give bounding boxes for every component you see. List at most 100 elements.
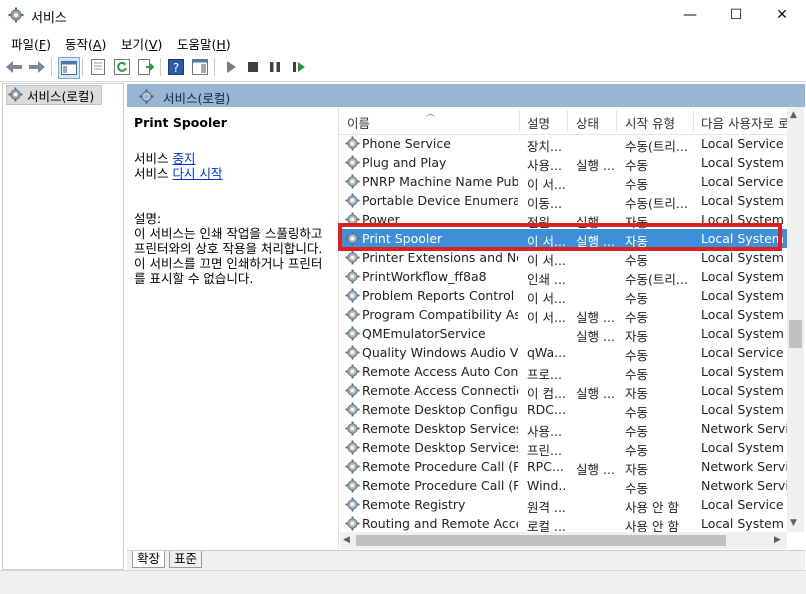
service-description-cell: Wind... (527, 478, 567, 493)
service-description-cell: qWa... (527, 345, 567, 360)
stop-service-icon[interactable] (243, 57, 263, 77)
horizontal-scroll-thumb[interactable] (356, 535, 726, 546)
tree-item-label: 서비스(로컬) (27, 89, 95, 104)
service-logon-cell: Local Service (701, 497, 784, 512)
service-name-cell: Remote Desktop Services (362, 421, 518, 436)
service-row[interactable]: Remote Registry 원격 ... 사용 안 함 Local Service (340, 495, 787, 515)
start-service-icon[interactable] (221, 57, 241, 77)
service-gear-icon (345, 269, 360, 284)
close-button[interactable]: ✕ (759, 0, 805, 30)
menu-help[interactable]: 도움말(H) (177, 34, 231, 53)
vertical-scroll-thumb[interactable] (789, 320, 802, 348)
service-name-cell: Quality Windows Audio Vi... (362, 345, 518, 360)
column-separator[interactable] (616, 110, 617, 132)
service-gear-icon (345, 174, 360, 189)
export-list-icon[interactable] (136, 57, 156, 77)
service-name-cell: Remote Access Auto Conn... (362, 364, 518, 379)
menu-action[interactable]: 동작(A) (65, 34, 106, 53)
selected-service-name: Print Spooler (134, 115, 227, 130)
service-name-cell: PrintWorkflow_ff8a8 (362, 269, 487, 284)
column-header-startup-type[interactable]: 시작 유형 (625, 113, 675, 132)
service-row[interactable]: Portable Device Enumerato...이동...수동(트리..… (340, 191, 787, 211)
toolbar-separator (160, 58, 161, 76)
menu-view[interactable]: 보기(V) (121, 34, 162, 53)
column-header-name[interactable]: 이름 (347, 113, 370, 132)
properties-icon[interactable] (88, 57, 108, 77)
back-arrow-icon[interactable] (4, 57, 24, 77)
service-row[interactable]: Remote Procedure Call (RP...Wind...수동Net… (340, 476, 787, 496)
service-name-cell: Remote Desktop Configura... (362, 402, 518, 417)
maximize-button[interactable]: ☐ (713, 0, 759, 30)
scroll-up-arrow-icon[interactable]: ▲ (790, 110, 797, 120)
service-row[interactable]: PrintWorkflow_ff8a8 인쇄 ... 수동(트리... Local S… (340, 267, 787, 287)
service-name-cell: Routing and Remote Access (362, 516, 518, 531)
service-row[interactable]: Remote Desktop Services 사용... 수동 Network Se… (340, 419, 787, 439)
service-gear-icon (345, 193, 360, 208)
service-row[interactable]: Remote Access Connection...이 컴...실행 ...자… (340, 381, 787, 401)
column-header-status[interactable]: 상태 (576, 113, 599, 132)
forward-arrow-icon[interactable] (27, 57, 47, 77)
service-name-cell: Remote Registry (362, 497, 466, 512)
scroll-down-arrow-icon[interactable]: ▼ (790, 518, 797, 528)
minimize-button[interactable]: — (667, 0, 713, 30)
service-gear-icon (345, 136, 360, 151)
toolbar-separator (82, 58, 83, 76)
description-text: 를 표시할 수 없습니다. (134, 271, 254, 286)
show-hide-pane-icon[interactable] (190, 57, 210, 77)
service-row[interactable]: Remote Procedure Call (RP...RPC...실행 ...… (340, 457, 787, 477)
service-row[interactable]: Routing and Remote Access로컬 ...사용 안 함Loc… (340, 514, 787, 534)
service-name-cell: Plug and Play (362, 155, 447, 170)
service-name-cell: Phone Service (362, 136, 451, 151)
service-row[interactable]: Remote Desktop Services ...프린...수동Local … (340, 438, 787, 458)
column-separator[interactable] (567, 110, 568, 132)
service-logon-cell: Local System (701, 383, 784, 398)
toolbar-separator (51, 58, 52, 76)
service-name-cell: Program Compatibility Assi... (362, 307, 518, 322)
column-separator[interactable] (519, 110, 520, 132)
tab-extended[interactable]: 확장 (132, 551, 166, 568)
restart-service-icon[interactable] (289, 57, 309, 77)
service-gear-icon (345, 421, 360, 436)
service-row[interactable]: QMEmulatorService 실행 ... 자동 Local System (340, 324, 787, 344)
service-logon-cell: Local System (701, 193, 784, 208)
column-header-description[interactable]: 설명 (527, 113, 550, 132)
service-name-cell: Problem Reports Control P... (362, 288, 518, 303)
restart-service-link[interactable]: 다시 시작 (172, 166, 222, 181)
service-logon-cell: Local System (701, 288, 784, 303)
service-gear-icon (345, 497, 360, 512)
column-header-log-on-as[interactable]: 다음 사용자로 로 (701, 113, 787, 132)
service-row[interactable]: PNRP Machine Name Publi...이 서...수동Local … (340, 172, 787, 192)
service-logon-cell: Local System (701, 364, 784, 379)
service-gear-icon (345, 250, 360, 265)
service-row[interactable]: Program Compatibility Assi...이 서...실행 ..… (340, 305, 787, 325)
service-logon-cell: Network Service (701, 459, 787, 474)
refresh-icon[interactable] (112, 57, 132, 77)
service-logon-cell: Local System (701, 155, 784, 170)
console-tree (2, 83, 124, 570)
service-gear-icon (345, 364, 360, 379)
column-separator[interactable] (693, 110, 694, 132)
service-row[interactable]: Plug and Play 사용... 실행 ... 수동 Local System (340, 153, 787, 173)
service-row[interactable]: Remote Access Auto Conn...프로...수동Local S… (340, 362, 787, 382)
service-row[interactable]: Phone Service 장치... 수동(트리... Local Service (340, 134, 787, 154)
service-row[interactable]: Problem Reports Control P...이 서...수동Loca… (340, 286, 787, 306)
service-name-cell: Remote Procedure Call (RP... (362, 478, 518, 493)
tab-standard[interactable]: 표준 (169, 551, 203, 568)
pause-service-icon[interactable] (265, 57, 285, 77)
service-gear-icon (345, 516, 360, 531)
service-row[interactable]: Remote Desktop Configura...RDC...수동Local… (340, 400, 787, 420)
scroll-right-arrow-icon[interactable]: ▶ (774, 535, 781, 545)
service-gear-icon (345, 307, 360, 322)
service-logon-cell: Local Service (701, 136, 784, 151)
service-logon-cell: Local Service (701, 345, 784, 360)
service-row[interactable]: Quality Windows Audio Vi... qWa... 수동 Local… (340, 343, 787, 363)
service-logon-cell: Local System (701, 307, 784, 322)
red-highlight-box (338, 223, 782, 251)
console-tree-icon[interactable] (58, 57, 80, 79)
menu-file[interactable]: 파일(F) (11, 34, 51, 53)
service-gear-icon (345, 345, 360, 360)
service-logon-cell: Network Service (701, 421, 787, 436)
help-icon[interactable]: ? (166, 57, 186, 77)
services-gear-icon (139, 89, 154, 104)
scroll-left-arrow-icon[interactable]: ◀ (343, 535, 350, 545)
